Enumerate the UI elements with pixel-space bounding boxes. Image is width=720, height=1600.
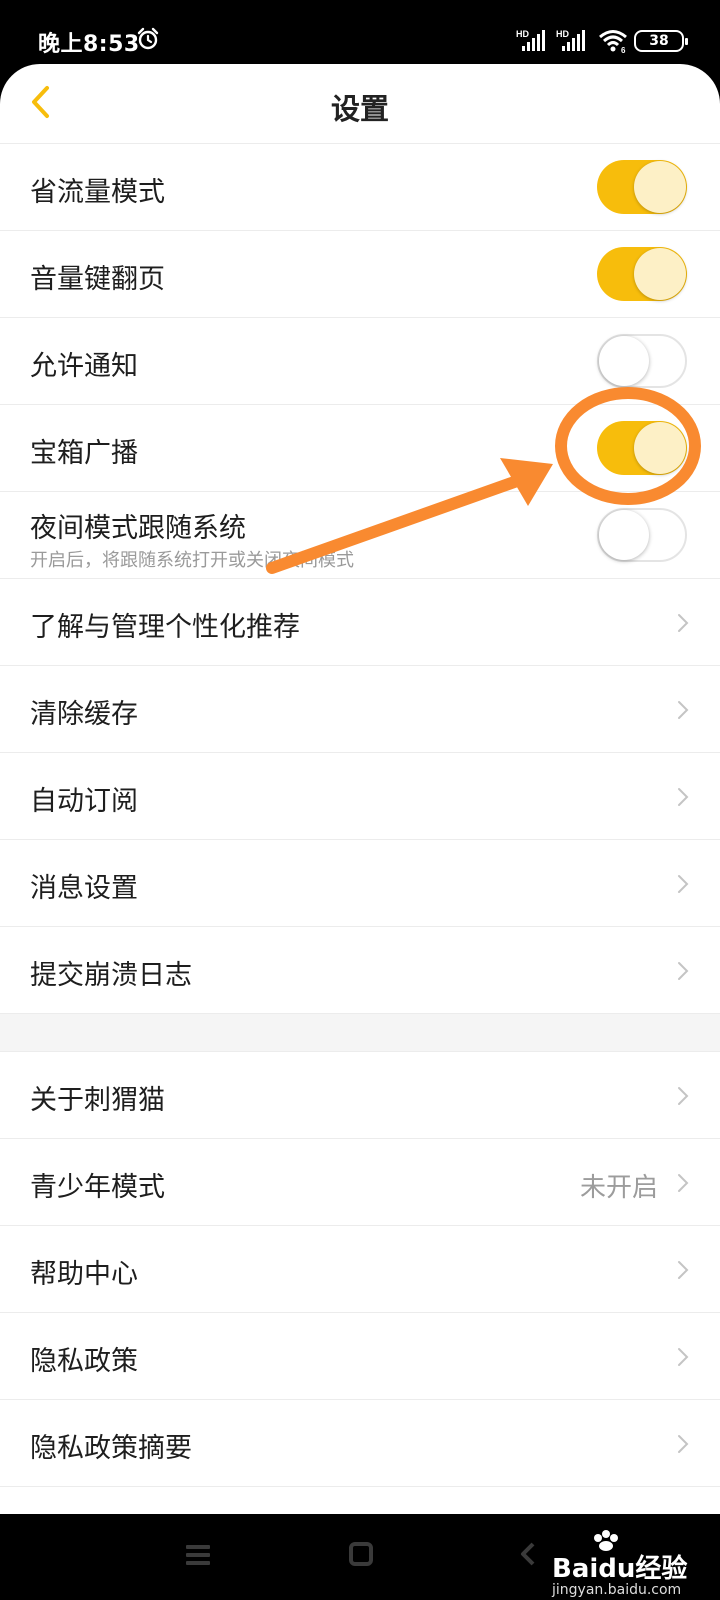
navigation-settings-list-1: 了解与管理个性化推荐 清除缓存 自动订阅 消息设置 提交崩溃日志 (0, 579, 720, 1014)
chevron-right-icon (678, 1348, 689, 1366)
setting-label: 省流量模式 (30, 177, 165, 208)
back-icon[interactable] (518, 1542, 538, 1566)
list-item-privacy-summary[interactable]: 隐私政策摘要 (0, 1400, 720, 1487)
menu-icon[interactable] (186, 1544, 210, 1566)
notifications-toggle[interactable] (597, 334, 687, 388)
svg-text:6: 6 (621, 46, 626, 54)
list-item-label: 自动订阅 (30, 786, 138, 817)
setting-sublabel: 开启后，将跟随系统打开或关闭夜间模式 (30, 550, 354, 571)
setting-row-treasure-broadcast[interactable]: 宝箱广播 (0, 405, 720, 492)
header: 设置 (0, 64, 720, 144)
settings-screen: 设置 省流量模式 音量键翻页 允许通知 宝箱广播 夜间模式跟随系统 开启后，将跟… (0, 64, 720, 1514)
toggle-knob (634, 248, 686, 300)
setting-row-data-saver[interactable]: 省流量模式 (0, 144, 720, 231)
list-item-label: 关于刺猬猫 (30, 1085, 165, 1116)
setting-label: 夜间模式跟随系统 (30, 513, 246, 544)
chevron-right-icon (678, 1435, 689, 1453)
list-item-crash-log[interactable]: 提交崩溃日志 (0, 927, 720, 1014)
toggle-knob (634, 422, 686, 474)
list-item-label: 隐私政策摘要 (30, 1433, 192, 1464)
svg-text:HD: HD (516, 29, 529, 39)
list-item-label: 了解与管理个性化推荐 (30, 612, 300, 643)
list-item-clear-cache[interactable]: 清除缓存 (0, 666, 720, 753)
toggle-knob (634, 161, 686, 213)
chevron-right-icon (678, 701, 689, 719)
watermark-brand: Baidu经验 (552, 1554, 688, 1584)
list-item-about[interactable]: 关于刺猬猫 (0, 1052, 720, 1139)
setting-row-notifications[interactable]: 允许通知 (0, 318, 720, 405)
setting-label: 音量键翻页 (30, 264, 165, 295)
status-bar: 晚上8:53 HD HD 6 38 (0, 0, 720, 72)
alarm-icon (137, 27, 159, 50)
wifi-icon: 6 (598, 28, 628, 58)
volume-key-paging-toggle[interactable] (597, 247, 687, 301)
list-item-label: 提交崩溃日志 (30, 960, 192, 991)
battery-indicator: 38 (634, 30, 688, 52)
chevron-right-icon (678, 614, 689, 632)
page-title: 设置 (330, 92, 389, 126)
cellular-signal-icon: HD (516, 28, 546, 56)
list-item-personalized-recommendations[interactable]: 了解与管理个性化推荐 (0, 579, 720, 666)
list-item-label: 帮助中心 (30, 1259, 138, 1290)
setting-row-night-mode[interactable]: 夜间模式跟随系统 开启后，将跟随系统打开或关闭夜间模式 (0, 492, 720, 579)
setting-label: 宝箱广播 (30, 438, 138, 469)
watermark-site: jingyan.baidu.com (552, 1582, 682, 1598)
chevron-right-icon (678, 788, 689, 806)
treasure-broadcast-toggle[interactable] (597, 421, 687, 475)
chevron-right-icon (678, 1261, 689, 1279)
setting-label: 允许通知 (30, 351, 138, 382)
list-item-message-settings[interactable]: 消息设置 (0, 840, 720, 927)
list-item-label: 清除缓存 (30, 699, 138, 730)
chevron-right-icon (678, 875, 689, 893)
chevron-right-icon (678, 1087, 689, 1105)
home-icon[interactable] (349, 1542, 373, 1566)
chevron-right-icon (678, 1174, 689, 1192)
list-item-teen-mode[interactable]: 青少年模式 未开启 (0, 1139, 720, 1226)
list-item-label: 青少年模式 (30, 1172, 165, 1203)
night-mode-toggle[interactable] (597, 508, 687, 562)
list-item-privacy-policy[interactable]: 隐私政策 (0, 1313, 720, 1400)
teen-mode-status: 未开启 (579, 1173, 658, 1203)
list-item-auto-subscribe[interactable]: 自动订阅 (0, 753, 720, 840)
system-nav-bar: Baidu经验 jingyan.baidu.com (0, 1514, 720, 1600)
setting-row-volume-key-paging[interactable]: 音量键翻页 (0, 231, 720, 318)
data-saver-toggle[interactable] (597, 160, 687, 214)
list-item-label: 隐私政策 (30, 1346, 138, 1377)
toggle-settings-list: 省流量模式 音量键翻页 允许通知 宝箱广播 夜间模式跟随系统 开启后，将跟随系统… (0, 144, 720, 579)
list-item-label: 消息设置 (30, 873, 138, 904)
status-time: 晚上8:53 (38, 32, 140, 57)
navigation-settings-list-2: 关于刺猬猫 青少年模式 未开启 帮助中心 隐私政策 隐私政策摘要 (0, 1052, 720, 1487)
cellular-signal-icon-2: HD (556, 28, 586, 56)
toggle-knob (599, 510, 649, 560)
chevron-right-icon (678, 962, 689, 980)
toggle-knob (599, 336, 649, 386)
list-item-help-center[interactable]: 帮助中心 (0, 1226, 720, 1313)
svg-text:HD: HD (556, 29, 569, 39)
section-divider (0, 1014, 720, 1052)
